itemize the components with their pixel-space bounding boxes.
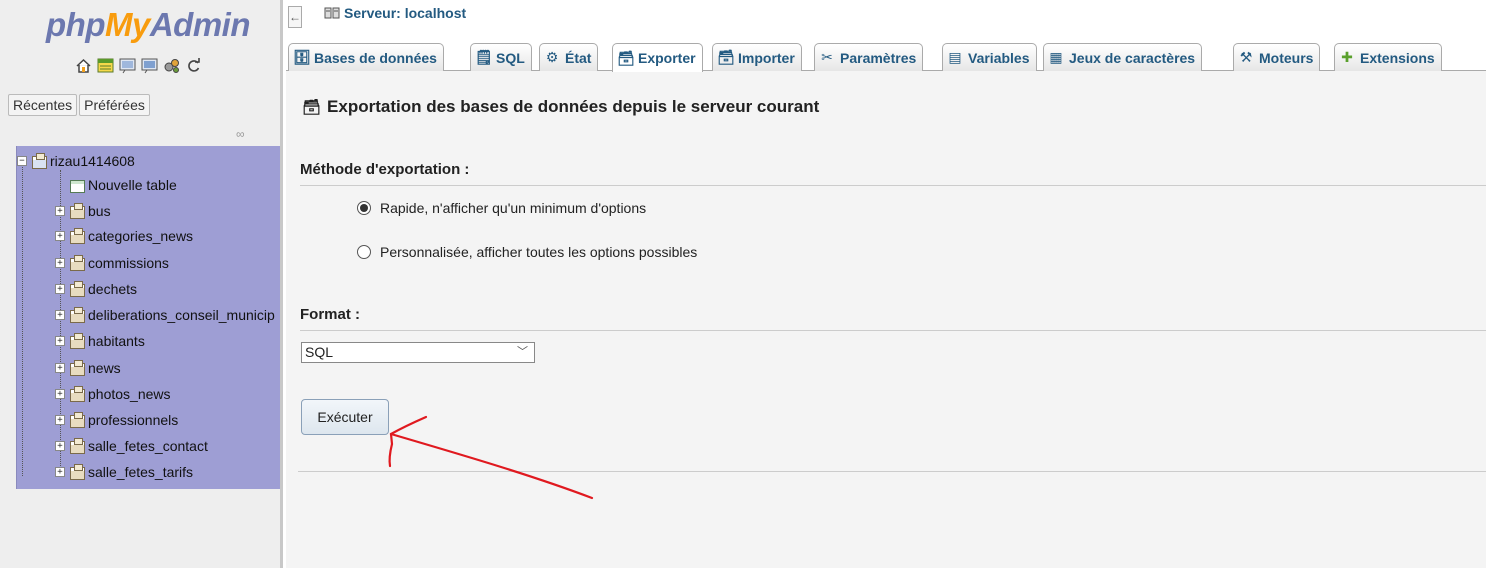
table-name[interactable]: salle_fetes_tarifs [88,464,193,480]
new-table-label[interactable]: Nouvelle table [88,177,177,193]
table-name[interactable]: categories_news [88,228,193,244]
tree-database-node[interactable]: − rizau1414608 [17,149,279,173]
tree-table-item[interactable]: + news [55,356,317,380]
table-icon [69,203,85,219]
tree-table-item[interactable]: + professionnels [55,408,317,432]
phpmyadmin-logo[interactable]: phpMyAdmin [46,6,251,44]
tree-table-item[interactable]: + categories_news [55,224,317,248]
tree-table-item[interactable]: + salle_fetes_contact [55,434,317,458]
docs-alt-icon[interactable] [140,56,159,75]
new-table-icon [69,177,85,193]
table-name[interactable]: photos_news [88,386,171,402]
recent-tables-button[interactable]: Récentes [8,94,78,116]
table-icon [69,386,85,402]
collapse-icon[interactable]: − [17,156,27,166]
favorite-tables-button[interactable]: Préférées [79,94,150,116]
expand-icon[interactable]: + [55,415,65,425]
expand-icon[interactable]: + [55,206,65,216]
table-icon [69,281,85,297]
expand-icon[interactable]: + [55,441,65,451]
tree-table-item[interactable]: + photos_news [55,382,317,406]
table-name[interactable]: professionnels [88,412,178,428]
tree-table-item[interactable]: + dechets [55,277,317,301]
table-name[interactable]: dechets [88,281,137,297]
docs-icon[interactable] [118,56,137,75]
link-with-main-panel-icon[interactable]: ∞ [236,127,245,141]
settings-icon[interactable] [162,56,181,75]
table-name[interactable]: commissions [88,255,169,271]
table-name[interactable]: news [88,360,121,376]
table-icon [69,360,85,376]
navigation-panel: phpMyAdmin Récentes Préférées ∞ − rizau1… [0,0,283,568]
expand-icon[interactable]: + [55,284,65,294]
reload-icon[interactable] [184,56,203,75]
annotation-arrow [388,415,594,500]
expand-icon[interactable]: + [55,363,65,373]
nav-icon-bar [74,56,203,75]
database-icon [31,153,47,169]
table-icon [69,333,85,349]
table-icon [69,255,85,271]
database-tree: − rizau1414608 Nouvelle table + bus + ca… [16,146,280,489]
tree-table-item[interactable]: + bus [55,199,317,223]
expand-icon[interactable]: + [55,336,65,346]
table-name[interactable]: bus [88,203,111,219]
sql-icon[interactable] [96,56,115,75]
expand-icon[interactable]: + [55,258,65,268]
table-icon [69,412,85,428]
main-panel: ← Serveur: localhost 🗄 Bases de données 🗒… [286,0,1486,568]
table-icon [69,464,85,480]
table-icon [69,228,85,244]
expand-icon[interactable]: + [55,467,65,477]
expand-icon[interactable]: + [55,389,65,399]
table-icon [69,438,85,454]
home-icon[interactable] [74,56,93,75]
expand-icon[interactable]: + [55,310,65,320]
table-name[interactable]: salle_fetes_contact [88,438,208,454]
table-name[interactable]: habitants [88,333,145,349]
tree-table-item[interactable]: + commissions [55,251,317,275]
table-icon [69,307,85,323]
tree-table-item[interactable]: + deliberations_conseil_municip [55,303,317,327]
tree-table-item[interactable]: + habitants [55,329,317,353]
expand-icon[interactable]: + [55,231,65,241]
recent-favorites-tabs: Récentes Préférées [8,94,150,116]
table-name[interactable]: deliberations_conseil_municip [88,307,275,323]
tree-table-item[interactable]: + salle_fetes_tarifs [55,460,317,484]
database-name[interactable]: rizau1414608 [50,153,135,169]
